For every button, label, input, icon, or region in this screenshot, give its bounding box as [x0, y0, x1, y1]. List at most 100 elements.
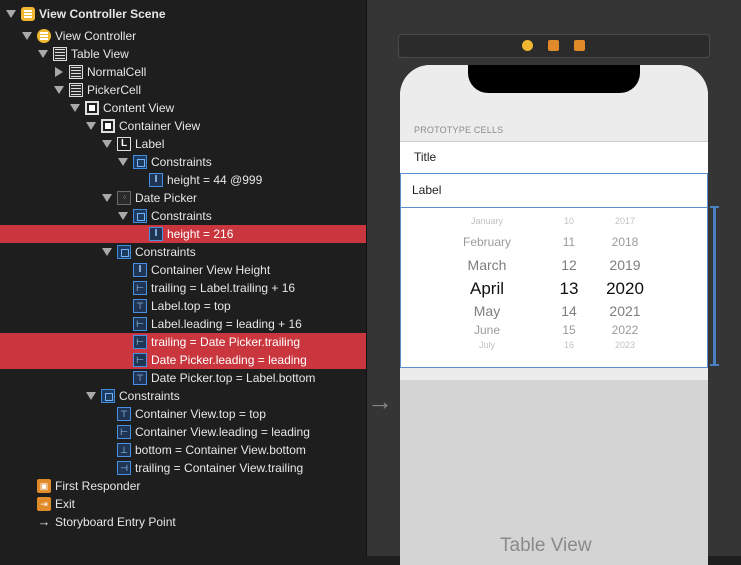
normal-cell[interactable]: Title: [400, 141, 708, 175]
outline-label: Label.leading = leading + 16: [151, 317, 302, 331]
outline-row-constraint[interactable]: I Container View Height: [0, 261, 367, 279]
outline-row-first-responder[interactable]: ▣ First Responder: [0, 477, 367, 495]
outline-label: trailing = Label.trailing + 16: [151, 281, 296, 295]
view-icon: [85, 101, 99, 115]
outline-label: Constraints: [119, 389, 180, 403]
cell-title-label: Title: [414, 150, 437, 164]
outline-row-label-constraints[interactable]: Constraints: [0, 153, 367, 171]
outline-label: Date Picker: [135, 191, 198, 205]
outline-label: Exit: [55, 497, 76, 511]
outline-row-content-view[interactable]: Content View: [0, 99, 367, 117]
picker-option[interactable]: 2021: [580, 303, 670, 319]
picker-option[interactable]: 2018: [580, 235, 670, 249]
outline-row-picker-cell[interactable]: PickerCell: [0, 81, 367, 99]
outline-row-constraint[interactable]: ⊤ Date Picker.top = Label.bottom: [0, 369, 367, 387]
horizontal-constraint-icon: ⊢: [133, 281, 147, 295]
scene-icon: [21, 7, 35, 21]
horizontal-constraint-icon: ⊢: [133, 335, 147, 349]
picker-option[interactable]: 2023: [580, 340, 670, 350]
disclosure-triangle-icon[interactable]: [102, 193, 112, 203]
outline-label: View Controller Scene: [39, 7, 166, 21]
picker-cell[interactable]: Label January February March April May June Ju…: [400, 173, 708, 368]
outline-row-content-constraints[interactable]: Constraints: [0, 387, 367, 405]
date-picker[interactable]: January February March April May June July 10 1…: [401, 208, 707, 368]
outline-row-constraint[interactable]: ⊥ bottom = Container View.bottom: [0, 441, 367, 459]
entry-point-arrow-icon[interactable]: →: [367, 388, 393, 414]
outline-label: Label: [135, 137, 165, 151]
outline-row-table-view[interactable]: Table View: [0, 45, 367, 63]
exit-icon[interactable]: [574, 40, 585, 51]
outline-label: trailing = Container View.trailing: [135, 461, 304, 475]
outline-row-date-picker-height[interactable]: I height = 216: [0, 225, 367, 243]
first-responder-icon[interactable]: [548, 40, 559, 51]
view-icon: [101, 119, 115, 133]
horizontal-constraint-icon: ⊢: [133, 317, 147, 331]
outline-row-scene[interactable]: View Controller Scene: [0, 5, 367, 23]
outline-row-label[interactable]: L Label: [0, 135, 367, 153]
disclosure-triangle-icon[interactable]: [118, 211, 128, 221]
label-icon: L: [117, 137, 131, 151]
scene-dock: [398, 34, 710, 58]
disclosure-triangle-icon[interactable]: [102, 247, 112, 257]
horizontal-constraint-icon: ⊢: [117, 425, 131, 439]
outline-row-normal-cell[interactable]: NormalCell: [0, 63, 367, 81]
view-controller-icon[interactable]: [522, 40, 533, 51]
outline-label: trailing = Date Picker.trailing: [151, 335, 301, 349]
outline-row-label-height[interactable]: I height = 44 @999: [0, 171, 367, 189]
outline-label: Content View: [103, 101, 175, 115]
disclosure-triangle-icon[interactable]: [54, 67, 64, 77]
picker-column-year[interactable]: 2017 2018 2019 2020 2021 2022 2023: [401, 208, 707, 368]
outline-label: Constraints: [135, 245, 196, 259]
picker-option[interactable]: 2017: [580, 216, 670, 226]
storyboard-canvas[interactable]: → PROTOTYPE CELLS Title Label January Feb…: [367, 0, 741, 565]
picker-option[interactable]: 2019: [580, 257, 670, 273]
outline-row-entry-point[interactable]: → Storyboard Entry Point: [0, 513, 367, 531]
view-controller-icon: [37, 29, 51, 43]
outline-row-constraint[interactable]: ⊢ Container View.leading = leading: [0, 423, 367, 441]
outline-label: bottom = Container View.bottom: [135, 443, 306, 457]
table-view-icon: [53, 47, 67, 61]
outline-row-constraint[interactable]: ⊢ trailing = Label.trailing + 16: [0, 279, 367, 297]
outline-row-constraint-selected[interactable]: ⊢ Date Picker.leading = leading: [0, 351, 367, 369]
iphone-frame: PROTOTYPE CELLS Title Label January Febru…: [400, 65, 708, 565]
disclosure-triangle-icon[interactable]: [102, 139, 112, 149]
outline-row-container-constraints[interactable]: Constraints: [0, 243, 367, 261]
disclosure-triangle-icon[interactable]: [6, 9, 16, 19]
first-responder-icon: ▣: [37, 479, 51, 493]
outline-row-constraint[interactable]: ⊢ Label.leading = leading + 16: [0, 315, 367, 333]
outline-label: height = 44 @999: [167, 173, 263, 187]
disclosure-triangle-icon[interactable]: [70, 103, 80, 113]
outline-row-date-picker-constraints[interactable]: Constraints: [0, 207, 367, 225]
outline-row-view-controller[interactable]: View Controller: [0, 27, 367, 45]
device-notch: [468, 65, 640, 93]
height-constraint-icon: I: [149, 227, 163, 241]
constraints-icon: [133, 155, 147, 169]
outline-label: Date Picker.top = Label.bottom: [151, 371, 316, 385]
document-outline: View Controller Scene View Controller Ta…: [0, 0, 367, 556]
outline-row-constraint[interactable]: ⊤ Container View.top = top: [0, 405, 367, 423]
outline-row-constraint[interactable]: ⊣ trailing = Container View.trailing: [0, 459, 367, 477]
resize-handle[interactable]: [710, 206, 719, 366]
disclosure-triangle-icon[interactable]: [86, 121, 96, 131]
outline-label: Container View Height: [151, 263, 271, 277]
disclosure-triangle-icon[interactable]: [118, 157, 128, 167]
disclosure-triangle-icon[interactable]: [38, 49, 48, 59]
disclosure-triangle-icon[interactable]: [86, 391, 96, 401]
horizontal-constraint-icon: ⊢: [133, 353, 147, 367]
horizontal-constraint-icon: ⊣: [117, 461, 131, 475]
outline-label: Storyboard Entry Point: [55, 515, 176, 529]
outline-label: Date Picker.leading = leading: [151, 353, 307, 367]
disclosure-triangle-icon[interactable]: [54, 85, 64, 95]
outline-row-exit[interactable]: ⇥ Exit: [0, 495, 367, 513]
outline-row-constraint-selected[interactable]: ⊢ trailing = Date Picker.trailing: [0, 333, 367, 351]
outline-row-constraint[interactable]: ⊤ Label.top = top: [0, 297, 367, 315]
picker-option[interactable]: 2020: [580, 279, 670, 299]
outline-row-container-view[interactable]: Container View: [0, 117, 367, 135]
disclosure-triangle-icon[interactable]: [22, 31, 32, 41]
label-row[interactable]: Label: [401, 174, 707, 208]
picker-option[interactable]: 2022: [580, 323, 670, 337]
date-picker-icon: ·:·: [117, 191, 131, 205]
outline-row-date-picker[interactable]: ·:· Date Picker: [0, 189, 367, 207]
height-constraint-icon: I: [133, 263, 147, 277]
outline-label: Container View.top = top: [135, 407, 266, 421]
